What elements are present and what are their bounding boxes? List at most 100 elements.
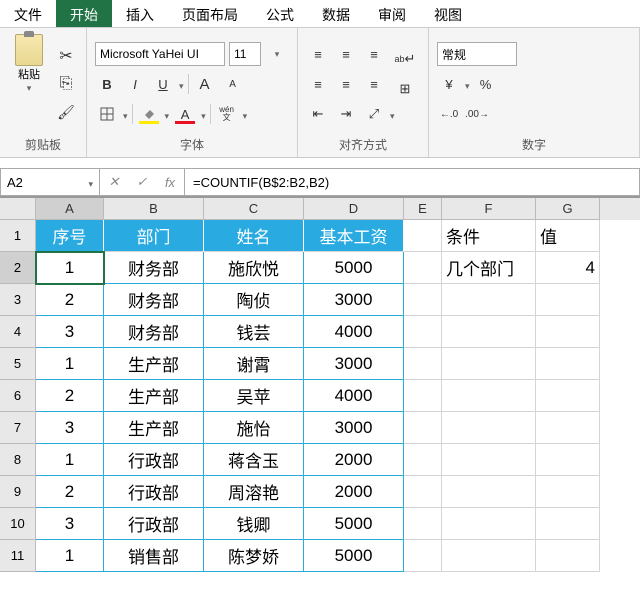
- cell-B4[interactable]: 财务部: [104, 316, 204, 348]
- cell-E7[interactable]: [404, 412, 442, 444]
- cell-B11[interactable]: 销售部: [104, 540, 204, 572]
- cell-E6[interactable]: [404, 380, 442, 412]
- decrease-decimal-button[interactable]: .00→: [465, 102, 489, 126]
- font-color-button[interactable]: A: [173, 102, 197, 126]
- col-header-E[interactable]: E: [404, 198, 442, 220]
- increase-font-button[interactable]: A: [193, 72, 217, 96]
- cell-A2[interactable]: 1: [36, 252, 104, 284]
- cell-B8[interactable]: 行政部: [104, 444, 204, 476]
- cell-F6[interactable]: [442, 380, 536, 412]
- cell-B2[interactable]: 财务部: [104, 252, 204, 284]
- row-header-6[interactable]: 6: [0, 380, 36, 412]
- border-button[interactable]: [95, 102, 119, 126]
- cell-C5[interactable]: 谢霄: [204, 348, 304, 380]
- wrap-text-button[interactable]: ab↵: [390, 47, 420, 71]
- font-name-select[interactable]: [95, 42, 225, 66]
- menu-pagelayout[interactable]: 页面布局: [168, 0, 252, 27]
- cell-D9[interactable]: 2000: [304, 476, 404, 508]
- merge-button[interactable]: ⊞: [390, 77, 420, 101]
- font-size-dropdown[interactable]: [265, 42, 289, 66]
- orientation-button[interactable]: ⤢: [362, 102, 386, 126]
- cell-G4[interactable]: [536, 316, 600, 348]
- align-center-button[interactable]: ≡: [334, 72, 358, 96]
- cell-G11[interactable]: [536, 540, 600, 572]
- row-header-3[interactable]: 3: [0, 284, 36, 316]
- phonetic-button[interactable]: wén文: [215, 102, 239, 126]
- cell-A3[interactable]: 2: [36, 284, 104, 316]
- cell-G8[interactable]: [536, 444, 600, 476]
- col-header-G[interactable]: G: [536, 198, 600, 220]
- col-header-F[interactable]: F: [442, 198, 536, 220]
- cancel-formula-button[interactable]: ✕: [100, 174, 128, 190]
- cell-C2[interactable]: 施欣悦: [204, 252, 304, 284]
- cell-C7[interactable]: 施怡: [204, 412, 304, 444]
- cell-F4[interactable]: [442, 316, 536, 348]
- align-middle-button[interactable]: ≡: [334, 42, 358, 66]
- header-cell-C[interactable]: 姓名: [204, 220, 304, 252]
- cell-D11[interactable]: 5000: [304, 540, 404, 572]
- row-header-1[interactable]: 1: [0, 220, 36, 252]
- cell-F2[interactable]: 几个部门: [442, 252, 536, 284]
- currency-button[interactable]: ¥: [437, 72, 461, 96]
- fx-button[interactable]: fx: [156, 175, 184, 190]
- header-cell-B[interactable]: 部门: [104, 220, 204, 252]
- italic-button[interactable]: I: [123, 72, 147, 96]
- cell-F11[interactable]: [442, 540, 536, 572]
- cell-E4[interactable]: [404, 316, 442, 348]
- increase-indent-button[interactable]: ⇥: [334, 102, 358, 126]
- cell-A6[interactable]: 2: [36, 380, 104, 412]
- cell-A10[interactable]: 3: [36, 508, 104, 540]
- cell-A8[interactable]: 1: [36, 444, 104, 476]
- cell-C11[interactable]: 陈梦娇: [204, 540, 304, 572]
- cell-A9[interactable]: 2: [36, 476, 104, 508]
- row-header-9[interactable]: 9: [0, 476, 36, 508]
- row-header-11[interactable]: 11: [0, 540, 36, 572]
- cell-F3[interactable]: [442, 284, 536, 316]
- cell-B10[interactable]: 行政部: [104, 508, 204, 540]
- cell-F8[interactable]: [442, 444, 536, 476]
- cell-E8[interactable]: [404, 444, 442, 476]
- cell-G3[interactable]: [536, 284, 600, 316]
- bold-button[interactable]: B: [95, 72, 119, 96]
- menu-data[interactable]: 数据: [308, 0, 364, 27]
- menu-formulas[interactable]: 公式: [252, 0, 308, 27]
- cell-G10[interactable]: [536, 508, 600, 540]
- cell-E11[interactable]: [404, 540, 442, 572]
- cell-D5[interactable]: 3000: [304, 348, 404, 380]
- cell-B9[interactable]: 行政部: [104, 476, 204, 508]
- row-header-8[interactable]: 8: [0, 444, 36, 476]
- cut-button[interactable]: [54, 44, 78, 68]
- cell-C6[interactable]: 吴苹: [204, 380, 304, 412]
- cell-G5[interactable]: [536, 348, 600, 380]
- cell-F7[interactable]: [442, 412, 536, 444]
- cell-E1[interactable]: [404, 220, 442, 252]
- cell-G7[interactable]: [536, 412, 600, 444]
- font-size-select[interactable]: [229, 42, 261, 66]
- menu-review[interactable]: 审阅: [364, 0, 420, 27]
- cell-B5[interactable]: 生产部: [104, 348, 204, 380]
- menu-file[interactable]: 文件: [0, 0, 56, 27]
- cell-C8[interactable]: 蒋含玉: [204, 444, 304, 476]
- row-header-4[interactable]: 4: [0, 316, 36, 348]
- underline-button[interactable]: U: [151, 72, 175, 96]
- cell-B3[interactable]: 财务部: [104, 284, 204, 316]
- cell-A7[interactable]: 3: [36, 412, 104, 444]
- formula-input[interactable]: =COUNTIF(B$2:B2,B2): [185, 168, 640, 196]
- cell-F9[interactable]: [442, 476, 536, 508]
- cell-G1[interactable]: 值: [536, 220, 600, 252]
- cell-C4[interactable]: 钱芸: [204, 316, 304, 348]
- menu-insert[interactable]: 插入: [112, 0, 168, 27]
- cell-E3[interactable]: [404, 284, 442, 316]
- cell-A5[interactable]: 1: [36, 348, 104, 380]
- cell-A11[interactable]: 1: [36, 540, 104, 572]
- row-header-2[interactable]: 2: [0, 252, 36, 284]
- cell-C9[interactable]: 周溶艳: [204, 476, 304, 508]
- copy-button[interactable]: [54, 72, 78, 96]
- row-header-5[interactable]: 5: [0, 348, 36, 380]
- row-header-10[interactable]: 10: [0, 508, 36, 540]
- menu-view[interactable]: 视图: [420, 0, 476, 27]
- cell-D3[interactable]: 3000: [304, 284, 404, 316]
- increase-decimal-button[interactable]: ←.0: [437, 102, 461, 126]
- fill-color-button[interactable]: [137, 102, 161, 126]
- header-cell-A[interactable]: 序号: [36, 220, 104, 252]
